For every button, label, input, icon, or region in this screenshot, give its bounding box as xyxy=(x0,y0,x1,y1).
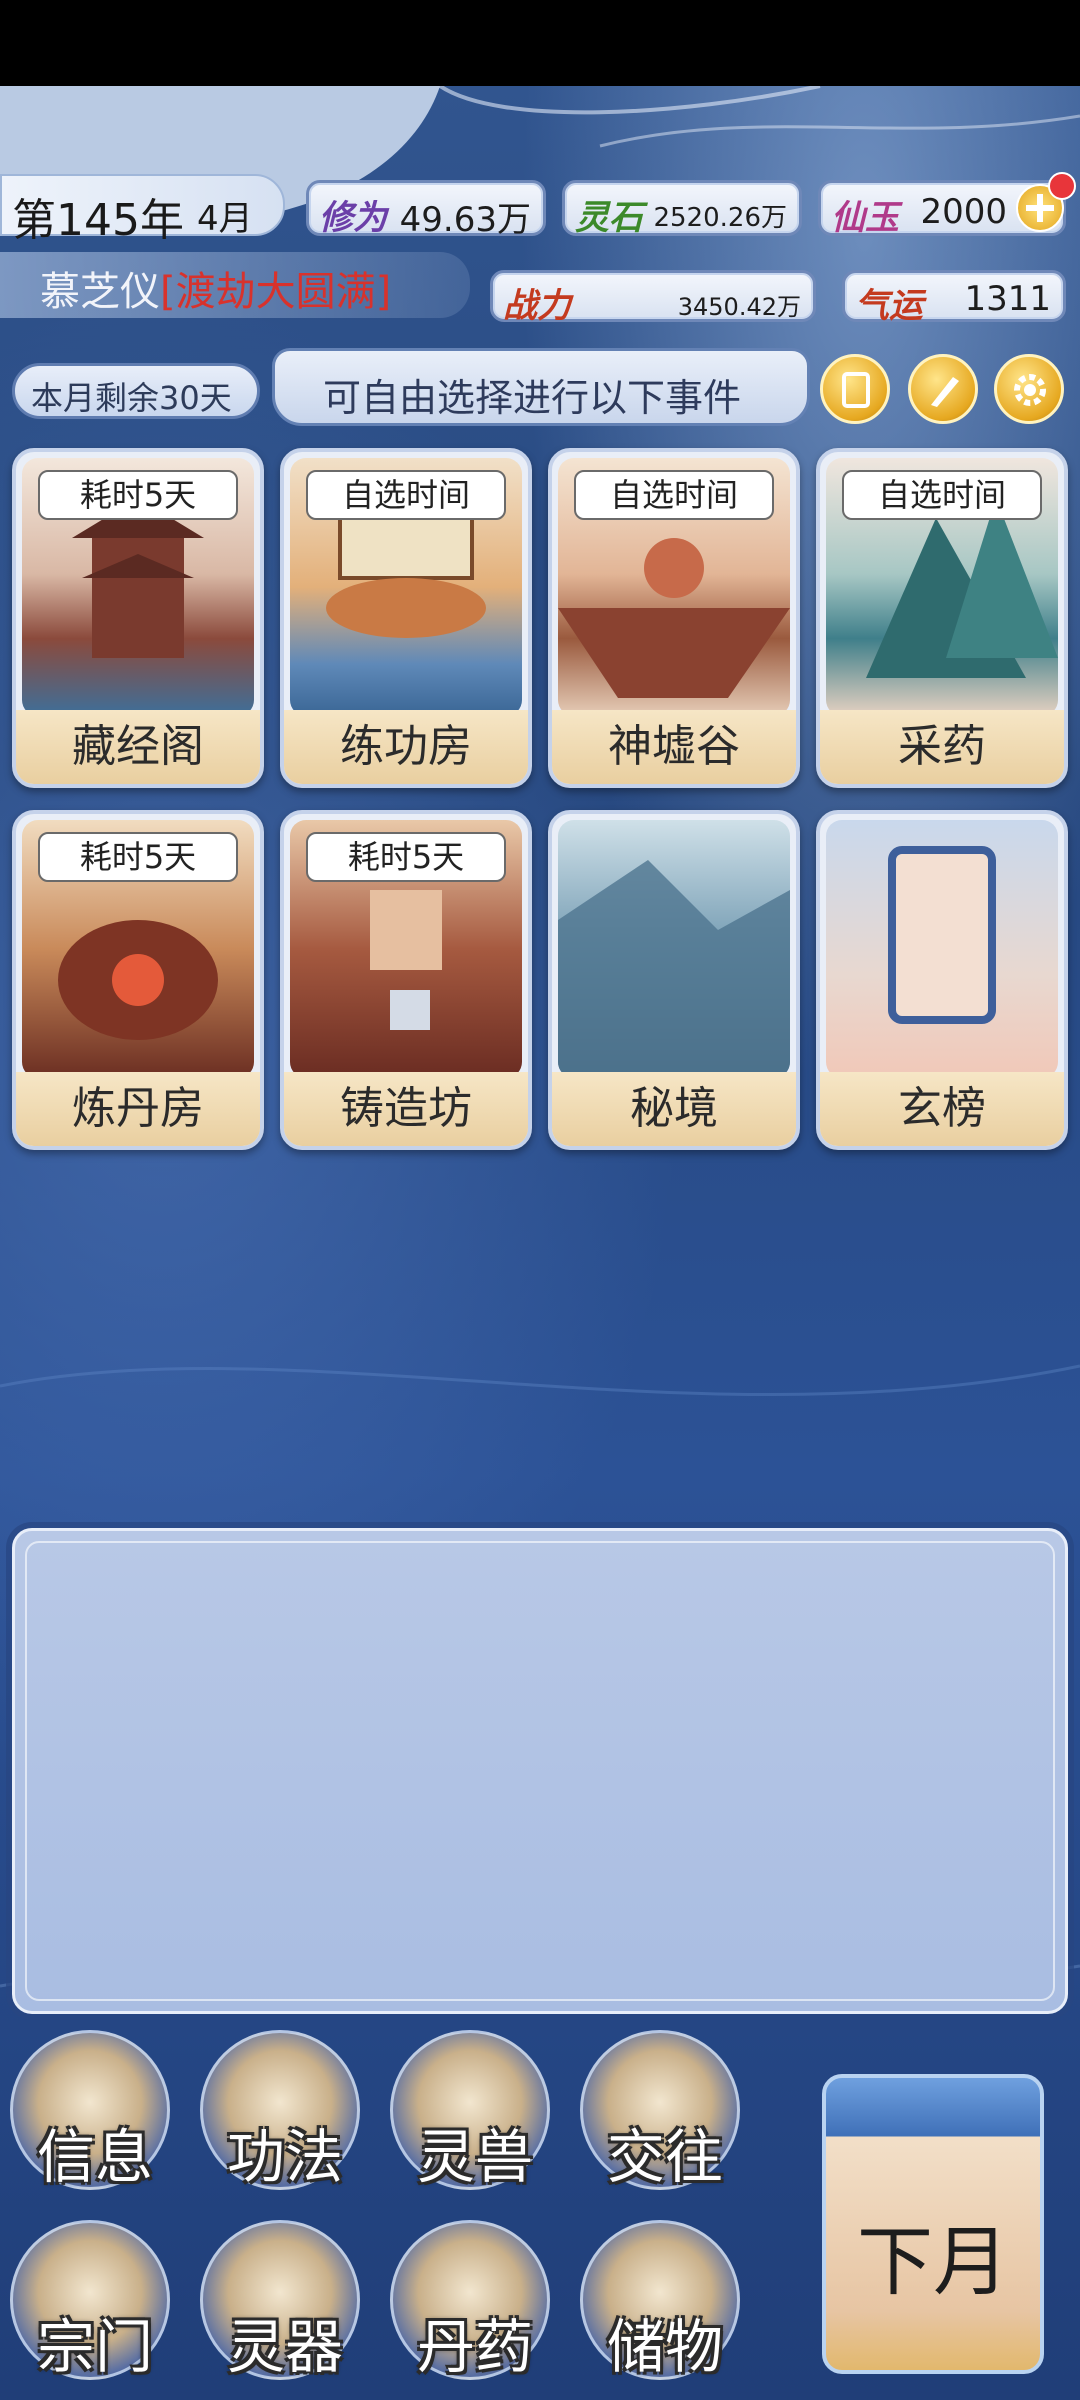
location-label: 练功房 xyxy=(340,721,472,772)
brush-icon xyxy=(931,377,959,407)
luck-stat: 气运 1311 xyxy=(842,270,1066,326)
location-label: 玄榜 xyxy=(898,1083,986,1134)
location-card-mystic-ranking[interactable]: 玄榜 xyxy=(816,810,1068,1150)
time-tag: 自选时间 xyxy=(842,470,1042,520)
character-realm: 渡劫大圆满 xyxy=(175,269,376,315)
menu-storage-button[interactable]: 储物 xyxy=(580,2220,750,2390)
menu-artifacts-button[interactable]: 灵器 xyxy=(200,2220,370,2390)
days-left-text: 本月剩余30天 xyxy=(31,379,232,417)
cards-button[interactable] xyxy=(820,354,890,424)
combat-power-name: 战力 xyxy=(503,286,571,326)
spirit-stone-name: 灵石 xyxy=(575,198,643,238)
next-month-label: 下月 xyxy=(857,2217,1009,2306)
menu-social-button[interactable]: 交往 xyxy=(580,2030,750,2200)
gear-icon xyxy=(1014,374,1046,406)
location-card-divine-ruins-valley[interactable]: 自选时间 神墟谷 xyxy=(548,448,800,788)
status-bar xyxy=(0,0,1080,86)
menu-info-button[interactable]: 信息 xyxy=(10,2030,180,2200)
date-display: 第145年 4月 xyxy=(0,174,285,246)
menu-label: 交往 xyxy=(606,2123,723,2191)
card-icon xyxy=(842,372,870,408)
menu-label: 灵兽 xyxy=(416,2123,533,2191)
location-label: 藏经阁 xyxy=(72,721,204,772)
event-log-panel[interactable] xyxy=(12,1528,1068,2014)
location-card-training-room[interactable]: 自选时间 练功房 xyxy=(280,448,532,788)
mystic-ranking-art xyxy=(826,820,1058,1078)
combat-power: 战力 3450.42万 xyxy=(490,270,816,326)
location-card-secret-realm[interactable]: 秘境 xyxy=(548,810,800,1150)
month-label: 4月 xyxy=(197,199,253,239)
menu-label: 灵器 xyxy=(226,2313,343,2381)
luck-name: 气运 xyxy=(855,286,923,326)
menu-pills-button[interactable]: 丹药 xyxy=(390,2220,560,2390)
menu-label: 储物 xyxy=(606,2313,723,2381)
menu-label: 信息 xyxy=(36,2123,153,2191)
notification-dot xyxy=(1048,172,1076,200)
character-info[interactable]: 慕芝仪[渡劫大圆满] xyxy=(0,252,470,318)
time-tag: 耗时5天 xyxy=(38,832,238,882)
location-card-herb-gathering[interactable]: 自选时间 采药 xyxy=(816,448,1068,788)
location-label: 采药 xyxy=(898,721,986,772)
year-label: 第145年 xyxy=(12,195,184,246)
location-label: 炼丹房 xyxy=(72,1083,204,1134)
settings-button[interactable] xyxy=(994,354,1064,424)
menu-label: 宗门 xyxy=(36,2313,153,2381)
secret-realm-art xyxy=(558,820,790,1078)
time-tag: 耗时5天 xyxy=(38,470,238,520)
location-label: 秘境 xyxy=(630,1083,718,1134)
time-tag: 自选时间 xyxy=(306,470,506,520)
event-banner: 可自由选择进行以下事件 xyxy=(272,348,810,426)
realm-bracket-close: ] xyxy=(375,269,392,315)
location-label: 铸造坊 xyxy=(340,1083,472,1134)
time-tag: 自选时间 xyxy=(574,470,774,520)
time-tag: 耗时5天 xyxy=(306,832,506,882)
jade-value: 2000 xyxy=(920,192,1007,232)
combat-power-value: 3450.42万 xyxy=(677,293,801,321)
location-card-scripture-pavilion[interactable]: 耗时5天 藏经阁 xyxy=(12,448,264,788)
next-month-button[interactable]: 下月 xyxy=(808,2050,1058,2390)
spirit-stone-value: 2520.26万 xyxy=(653,203,787,233)
luck-value: 1311 xyxy=(964,279,1051,319)
spirit-stone-resource: 灵石 2520.26万 xyxy=(562,180,802,238)
cultivation-value: 49.63万 xyxy=(399,200,531,240)
location-card-forge[interactable]: 耗时5天 铸造坊 xyxy=(280,810,532,1150)
menu-sect-button[interactable]: 宗门 xyxy=(10,2220,180,2390)
menu-label: 功法 xyxy=(226,2123,343,2191)
cultivation-resource: 修为 49.63万 xyxy=(306,180,546,240)
menu-techniques-button[interactable]: 功法 xyxy=(200,2030,370,2200)
days-left-badge: 本月剩余30天 xyxy=(12,363,260,419)
cultivation-name: 修为 xyxy=(319,198,387,238)
brush-button[interactable] xyxy=(908,354,978,424)
jade-name: 仙玉 xyxy=(831,198,899,238)
location-card-alchemy-room[interactable]: 耗时5天 炼丹房 xyxy=(12,810,264,1150)
location-label: 神墟谷 xyxy=(608,721,740,772)
event-prompt: 可自由选择进行以下事件 xyxy=(323,376,742,420)
realm-bracket-open: [ xyxy=(160,269,176,315)
menu-label: 丹药 xyxy=(416,2313,533,2381)
character-name: 慕芝仪 xyxy=(40,269,160,315)
menu-spirit-beast-button[interactable]: 灵兽 xyxy=(390,2030,560,2200)
